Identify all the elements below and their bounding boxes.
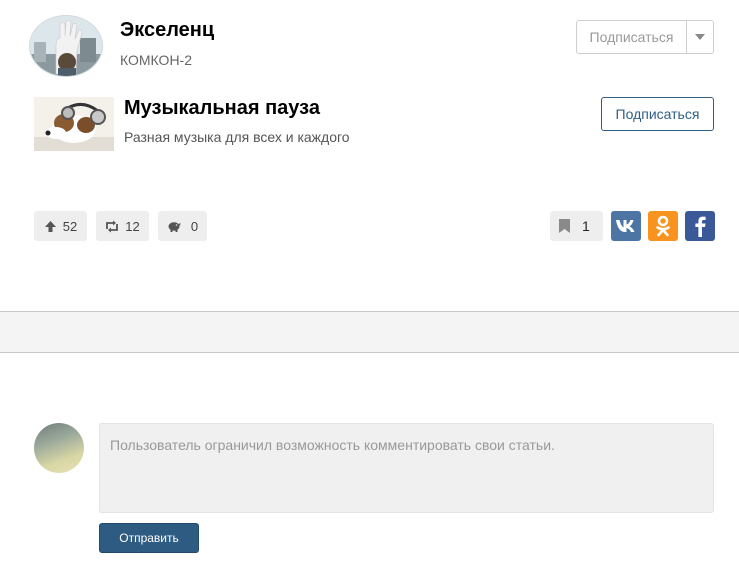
donate-button[interactable]: 0 — [158, 211, 207, 241]
author-avatar-image — [30, 16, 102, 76]
vk-icon — [616, 220, 635, 232]
author-name[interactable]: Экселенц — [120, 19, 214, 42]
facebook-icon — [695, 216, 706, 237]
arrow-up-icon — [44, 220, 56, 232]
share-odnoklassniki-button[interactable] — [648, 211, 678, 241]
channel-thumbnail[interactable] — [34, 97, 114, 151]
dog-headphones-image — [34, 97, 114, 151]
bookmark-icon — [559, 219, 570, 233]
channel-title[interactable]: Музыкальная пауза — [124, 97, 320, 120]
repost-icon — [106, 220, 119, 232]
odnoklassniki-icon — [656, 215, 670, 237]
channel-description: Разная музыка для всех и каждого — [124, 129, 350, 145]
author-subtitle[interactable]: КОМКОН-2 — [120, 52, 192, 68]
author-subscribe-dropdown[interactable] — [687, 21, 713, 53]
bookmark-button[interactable]: 1 — [550, 211, 603, 241]
bookmark-count: 1 — [582, 218, 590, 234]
upvote-button[interactable]: 52 — [34, 211, 87, 241]
donate-count: 0 — [190, 218, 199, 234]
author-subscribe-split-button: Подписаться — [576, 20, 714, 54]
author-subscribe-button[interactable]: Подписаться — [577, 21, 687, 53]
upvote-count: 52 — [62, 218, 78, 234]
repost-button[interactable]: 12 — [96, 211, 149, 241]
comment-input-disabled: Пользователь ограничил возможность комме… — [99, 423, 714, 513]
user-avatar — [34, 423, 84, 473]
repost-count: 12 — [125, 218, 140, 234]
section-divider — [0, 311, 739, 353]
author-avatar[interactable] — [29, 15, 103, 77]
send-button[interactable]: Отправить — [99, 523, 199, 553]
piggy-bank-icon — [168, 222, 181, 232]
chevron-down-icon — [695, 34, 705, 40]
channel-subscribe-button[interactable]: Подписаться — [601, 97, 714, 131]
share-vk-button[interactable] — [611, 211, 641, 241]
share-facebook-button[interactable] — [685, 211, 715, 241]
